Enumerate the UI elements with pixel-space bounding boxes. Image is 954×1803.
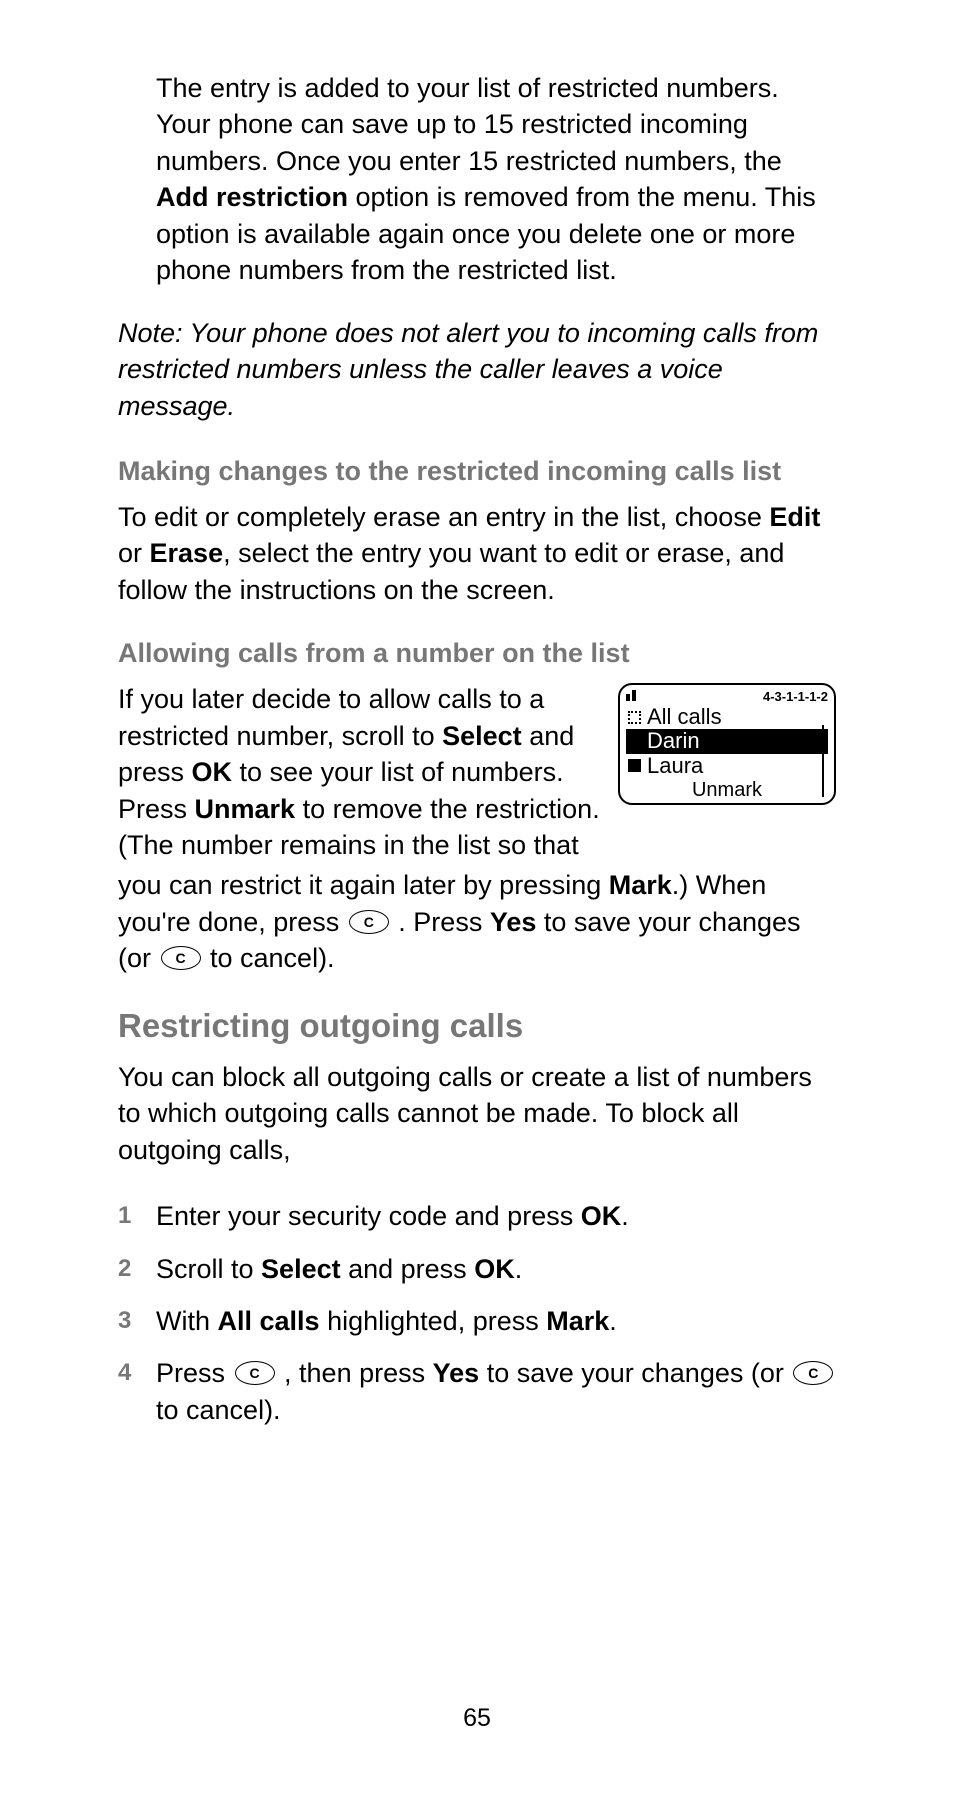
text: Enter your security code and press [156, 1201, 581, 1231]
step-4: Press C , then press Yes to save your ch… [118, 1355, 836, 1428]
phone-scrollbar [822, 725, 824, 797]
c-key-icon: C [349, 910, 389, 934]
c-key-icon: C [161, 946, 201, 970]
select-label: Select [442, 721, 522, 751]
note-paragraph: Note: Your phone does not alert you to i… [118, 315, 836, 424]
phone-row-label: Darin [647, 729, 708, 753]
mark-label: Mark [546, 1306, 609, 1336]
subheading-making-changes: Making changes to the restricted incomin… [118, 456, 836, 487]
text: . [621, 1201, 629, 1231]
page-number: 65 [0, 1704, 954, 1733]
text: and press [341, 1254, 475, 1284]
row-with-phone-figure: If you later decide to allow calls to a … [118, 681, 836, 863]
paragraph-restricted-entry: The entry is added to your list of restr… [156, 70, 836, 289]
yes-label: Yes [433, 1358, 480, 1388]
yes-label: Yes [490, 907, 537, 937]
checkbox-empty-icon [628, 711, 641, 724]
section-heading-restricting-outgoing: Restricting outgoing calls [118, 1007, 836, 1045]
step-3: With All calls highlighted, press Mark. [118, 1303, 836, 1339]
erase-label: Erase [150, 538, 224, 568]
checkbox-filled-icon [628, 759, 641, 772]
edit-label: Edit [769, 502, 820, 532]
phone-screen-figure: 4-3-1-1-1-2 All calls Darin Laura Unmark [618, 683, 836, 805]
unmark-label: Unmark [195, 794, 296, 824]
c-key-icon: C [235, 1361, 275, 1385]
phone-body: All calls Darin Laura Unmark [626, 705, 828, 801]
phone-row-darin-selected: Darin [626, 729, 828, 753]
ok-label: OK [192, 757, 233, 787]
phone-softkey-label: Unmark [626, 779, 828, 801]
phone-row-all-calls: All calls [626, 705, 828, 729]
text: The entry is added to your list of restr… [156, 73, 782, 176]
add-restriction-label: Add restriction [156, 182, 348, 212]
ok-label: OK [474, 1254, 515, 1284]
text: With [156, 1306, 218, 1336]
signal-icon [626, 689, 640, 701]
text: to save your changes (or [479, 1358, 791, 1388]
text: . [515, 1254, 523, 1284]
select-label: Select [261, 1254, 341, 1284]
step-2: Scroll to Select and press OK. [118, 1251, 836, 1287]
text: . Press [391, 907, 490, 937]
text: or [118, 538, 150, 568]
phone-row-label: All calls [647, 705, 722, 729]
step-1: Enter your security code and press OK. [118, 1198, 836, 1234]
paragraph-edit-erase: To edit or completely erase an entry in … [118, 499, 836, 608]
phone-status-bar: 4-3-1-1-1-2 [626, 689, 828, 705]
text: to cancel). [203, 943, 335, 973]
steps-list: Enter your security code and press OK. S… [118, 1198, 836, 1428]
paragraph-allow-calls-cont: you can restrict it again later by press… [118, 867, 836, 976]
text: you can restrict it again later by press… [118, 870, 609, 900]
subheading-allowing-calls: Allowing calls from a number on the list [118, 638, 836, 669]
phone-menu-code: 4-3-1-1-1-2 [763, 689, 828, 704]
text: highlighted, press [320, 1306, 547, 1336]
checkbox-filled-icon [628, 735, 641, 748]
text: To edit or completely erase an entry in … [118, 502, 769, 532]
paragraph-allow-calls-left: If you later decide to allow calls to a … [118, 681, 600, 863]
phone-row-laura: Laura [626, 754, 828, 778]
phone-row-label: Laura [647, 754, 703, 778]
text: , then press [277, 1358, 433, 1388]
paragraph-outgoing-intro: You can block all outgoing calls or crea… [118, 1059, 836, 1168]
document-page: The entry is added to your list of restr… [0, 0, 954, 1428]
mark-label: Mark [609, 870, 672, 900]
text: Press [156, 1358, 233, 1388]
ok-label: OK [581, 1201, 622, 1231]
text: . [609, 1306, 617, 1336]
all-calls-label: All calls [218, 1306, 320, 1336]
text: Scroll to [156, 1254, 261, 1284]
text: to cancel). [156, 1395, 281, 1425]
c-key-icon: C [793, 1361, 833, 1385]
